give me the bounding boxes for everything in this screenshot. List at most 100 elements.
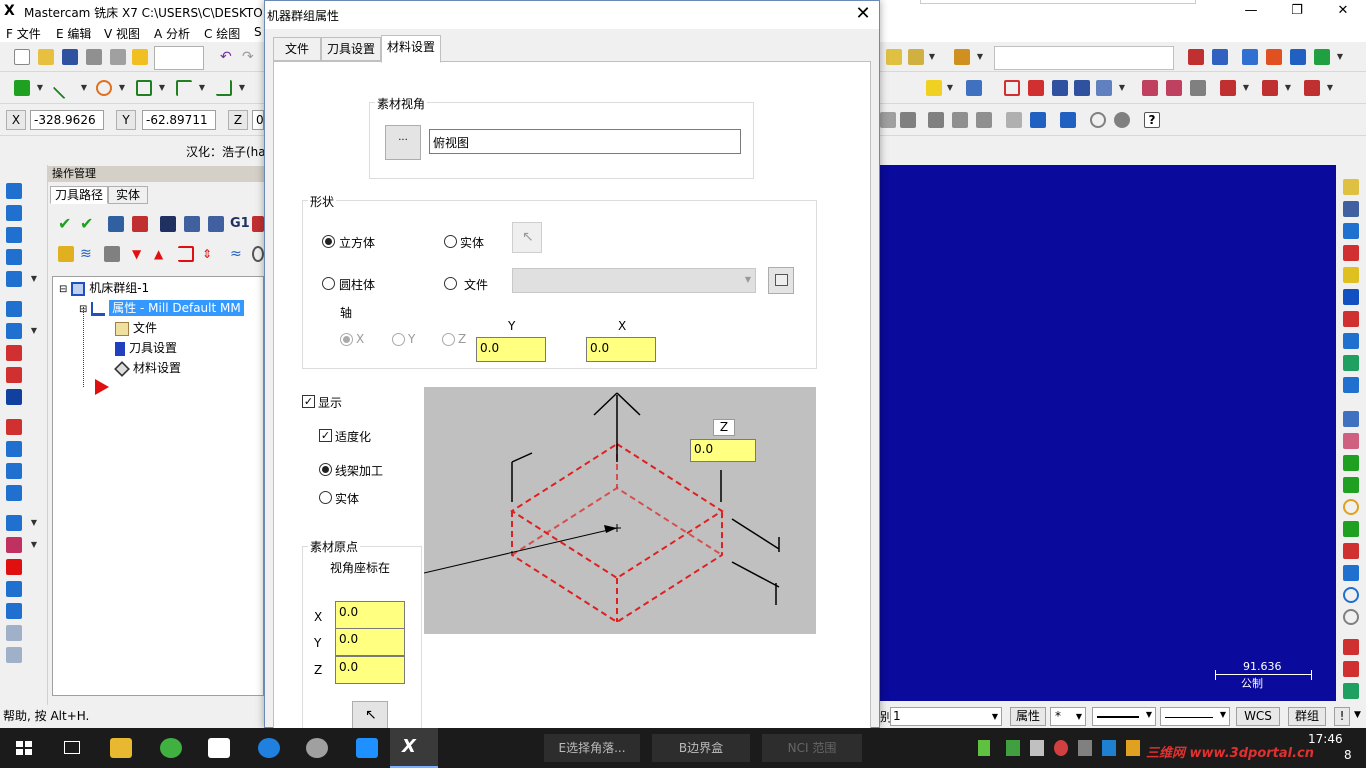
- point-icon[interactable]: [14, 80, 30, 96]
- analyze-icon[interactable]: [1343, 639, 1359, 655]
- radio-display-solid[interactable]: [319, 491, 332, 504]
- hex-icon[interactable]: [976, 112, 992, 128]
- chamfer-icon[interactable]: [216, 80, 232, 96]
- surface-icon[interactable]: [1343, 433, 1359, 449]
- cylinder-icon[interactable]: [6, 323, 22, 339]
- measure-icon[interactable]: [1343, 411, 1359, 427]
- z-coord-input[interactable]: 0: [252, 110, 264, 130]
- verify-icon[interactable]: [1343, 683, 1359, 699]
- graphics-viewport[interactable]: 91.636 公制: [880, 165, 1336, 701]
- z-coord-label[interactable]: Z: [228, 110, 248, 130]
- regen-dirty-icon[interactable]: [132, 216, 148, 232]
- menu-analyze[interactable]: A 分析: [154, 25, 190, 42]
- shaded-icon[interactable]: [900, 112, 916, 128]
- line-style-select[interactable]: ▼: [1092, 707, 1156, 726]
- chevron-down-icon[interactable]: ▼: [1326, 80, 1334, 96]
- sphere-icon[interactable]: [1114, 112, 1130, 128]
- x-coord-input[interactable]: -328.9626: [30, 110, 104, 130]
- nci-extents-button[interactable]: NCI 范围: [762, 734, 862, 762]
- tree-properties-row[interactable]: ⊟ 属性 - Mill Default MM: [79, 299, 244, 317]
- stock-preview[interactable]: Z 0.0: [424, 387, 816, 634]
- radio-rectangular[interactable]: [322, 235, 335, 248]
- attributes-button[interactable]: 属性: [1010, 707, 1046, 726]
- post-lock-icon[interactable]: [104, 246, 120, 262]
- checkbox-fit[interactable]: ✓: [319, 429, 332, 442]
- battery-icon[interactable]: [978, 740, 990, 756]
- rectangle-icon[interactable]: [136, 80, 152, 96]
- merge-icon[interactable]: [1242, 49, 1258, 65]
- query-icon[interactable]: [1188, 49, 1204, 65]
- dialog-close-button[interactable]: ✕: [849, 3, 877, 27]
- cplane-icon[interactable]: [1030, 112, 1046, 128]
- plate-icon[interactable]: [1343, 311, 1359, 327]
- box-icon[interactable]: [1343, 377, 1359, 393]
- menu-create[interactable]: C 绘图: [204, 25, 240, 42]
- edit-solid-icon[interactable]: [6, 581, 22, 597]
- toolbar-blank-field-right[interactable]: [994, 46, 1174, 70]
- browse-file-button[interactable]: [768, 267, 794, 294]
- chevron-down-icon[interactable]: ▼: [80, 80, 88, 96]
- radio-axis-x[interactable]: [340, 333, 353, 346]
- hex-icon[interactable]: [928, 112, 944, 128]
- y-coord-label[interactable]: Y: [116, 110, 136, 130]
- chevron-down-icon[interactable]: ▼: [36, 80, 44, 96]
- stock-view-input[interactable]: 俯视图: [429, 129, 741, 154]
- grid-icon[interactable]: [966, 80, 982, 96]
- shading-icon[interactable]: [1266, 49, 1282, 65]
- task-view-button[interactable]: [48, 728, 96, 768]
- cube-icon[interactable]: [1343, 289, 1359, 305]
- cube-dark-icon[interactable]: [6, 389, 22, 405]
- plus-icon[interactable]: [1343, 455, 1359, 471]
- no-icon[interactable]: [1090, 112, 1106, 128]
- minimize-button[interactable]: —: [1228, 0, 1274, 22]
- x-size-input[interactable]: 0.0: [586, 337, 656, 362]
- maximize-button[interactable]: ❐: [1274, 0, 1320, 22]
- close-app-button[interactable]: ✕: [1320, 0, 1366, 22]
- radio-cylinder[interactable]: [322, 277, 335, 290]
- cut-icon[interactable]: [1343, 245, 1359, 261]
- chevron-down-icon[interactable]: ▼: [1118, 80, 1126, 96]
- select-solid-button[interactable]: ↖: [512, 222, 542, 253]
- clock-date[interactable]: 8: [1344, 748, 1352, 762]
- view-select-button[interactable]: ···: [385, 125, 421, 160]
- view-cube-icon[interactable]: [1096, 80, 1112, 96]
- x-coord-label[interactable]: X: [6, 110, 26, 130]
- chevron-down-icon[interactable]: ▼: [118, 80, 126, 96]
- tplane-icon[interactable]: [1060, 112, 1076, 128]
- dimension-icon[interactable]: [1052, 80, 1068, 96]
- chain-icon[interactable]: [1343, 661, 1359, 677]
- select-origin-button[interactable]: ↖: [352, 701, 388, 730]
- simulate-icon[interactable]: [208, 216, 224, 232]
- offset-icon[interactable]: [1262, 80, 1278, 96]
- radio-file[interactable]: [444, 277, 457, 290]
- menu-file[interactable]: F 文件: [6, 25, 41, 42]
- print-icon[interactable]: [86, 49, 102, 65]
- tab-stock-setup[interactable]: 材料设置: [381, 35, 441, 63]
- hex-icon[interactable]: [952, 112, 968, 128]
- search-icon[interactable]: [252, 246, 264, 262]
- calc-icon[interactable]: [1343, 223, 1359, 239]
- annotate-icon[interactable]: [1074, 80, 1090, 96]
- print-preview-icon[interactable]: [110, 49, 126, 65]
- groups-button[interactable]: 群组: [1288, 707, 1326, 726]
- tree-stock-row[interactable]: 材料设置: [114, 359, 181, 377]
- box-icon[interactable]: [1190, 80, 1206, 96]
- grid-icon[interactable]: [1343, 543, 1359, 559]
- checkbox-display[interactable]: ✓: [302, 395, 315, 408]
- radio-wireframe[interactable]: [319, 463, 332, 476]
- layout-icon[interactable]: [6, 515, 22, 531]
- app-taskbar-icon[interactable]: [292, 728, 340, 768]
- circle-icon[interactable]: [1343, 499, 1359, 515]
- highfeed-icon[interactable]: [252, 216, 264, 232]
- fillet-icon[interactable]: [1343, 521, 1359, 537]
- sigma-icon[interactable]: [1290, 49, 1306, 65]
- menu-solids[interactable]: S: [254, 25, 262, 39]
- messenger-taskbar-icon[interactable]: [342, 728, 390, 768]
- chevron-down-icon[interactable]: ▼: [1354, 707, 1364, 726]
- toolbar-blank-field[interactable]: [154, 46, 204, 70]
- new-file-icon[interactable]: [14, 49, 30, 65]
- tray-icon-5[interactable]: [1126, 740, 1140, 756]
- chevron-down-icon[interactable]: ▼: [1336, 49, 1344, 65]
- cut-icon[interactable]: [6, 345, 22, 361]
- arrow-down-icon[interactable]: [6, 249, 22, 265]
